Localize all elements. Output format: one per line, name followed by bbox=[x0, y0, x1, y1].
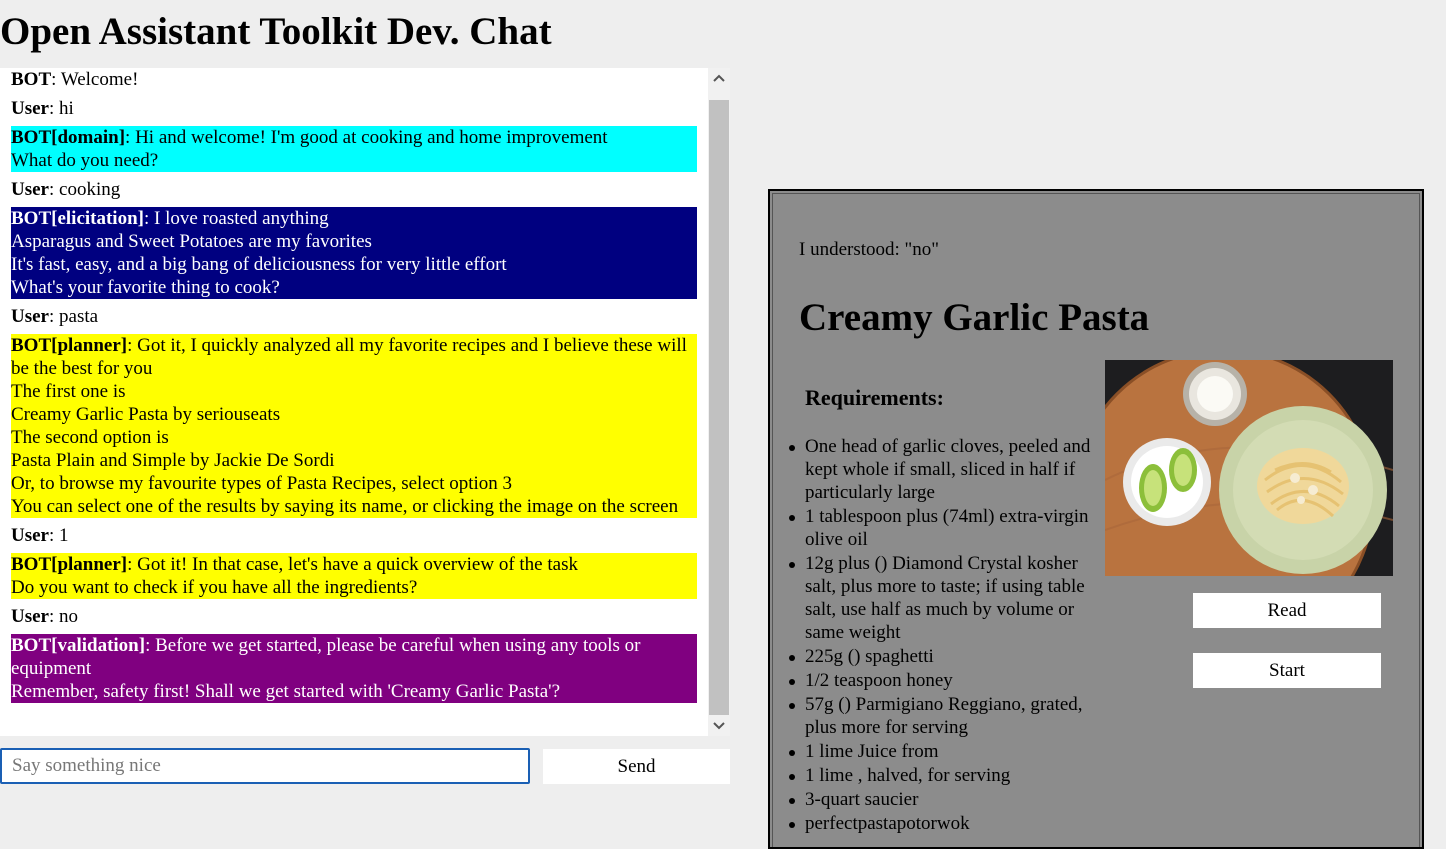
chat-message: BOT[elicitation]: I love roasted anythin… bbox=[11, 207, 697, 299]
message-speaker: BOT[elicitation] bbox=[11, 208, 144, 229]
chat-message: BOT[domain]: Hi and welcome! I'm good at… bbox=[11, 126, 697, 172]
recipe-panel: I understood: "no" Creamy Garlic Pasta R… bbox=[768, 189, 1424, 849]
chat-message: User: no bbox=[11, 605, 697, 628]
message-speaker: BOT[domain] bbox=[11, 127, 126, 148]
understood-text: I understood: "no" bbox=[799, 239, 940, 260]
chat-message: BOT[validation]: Before we get started, … bbox=[11, 634, 697, 703]
message-speaker: User bbox=[11, 98, 49, 119]
message-speaker: User bbox=[11, 306, 49, 327]
chat-scrollbar[interactable] bbox=[708, 68, 730, 736]
chat-message: User: hi bbox=[11, 97, 697, 120]
message-speaker: BOT bbox=[11, 69, 52, 90]
ingredient-item: One head of garlic cloves, peeled and ke… bbox=[789, 435, 1095, 504]
message-text: no bbox=[59, 606, 79, 627]
message-text: Got it, I quickly analyzed all my favori… bbox=[11, 335, 687, 517]
ingredient-item: perfectpastapotorwok bbox=[789, 812, 1095, 835]
chevron-down-icon bbox=[713, 722, 725, 730]
chat-message: BOT: Welcome! bbox=[11, 68, 697, 91]
read-button[interactable]: Read bbox=[1193, 593, 1381, 628]
scroll-up-button[interactable] bbox=[708, 68, 730, 88]
scroll-thumb[interactable] bbox=[709, 100, 729, 715]
ingredient-item: 1 tablespoon plus (74ml) extra-virgin ol… bbox=[789, 505, 1095, 551]
message-speaker: User bbox=[11, 179, 49, 200]
recipe-image[interactable] bbox=[1105, 360, 1393, 576]
ingredient-item: 3-quart saucier bbox=[789, 788, 1095, 811]
scroll-down-button[interactable] bbox=[708, 716, 730, 736]
requirements-heading: Requirements: bbox=[805, 385, 944, 410]
message-speaker: User bbox=[11, 525, 49, 546]
ingredient-item: 12g plus () Diamond Crystal kosher salt,… bbox=[789, 552, 1095, 644]
message-text: hi bbox=[59, 98, 74, 119]
app-title: Open Assistant Toolkit Dev. Chat bbox=[0, 10, 552, 53]
chat-panel: BOT: Welcome! User: hi BOT[domain]: Hi and… bbox=[0, 68, 730, 736]
message-speaker: User bbox=[11, 606, 49, 627]
chat-message: BOT[planner]: Got it, I quickly analyzed… bbox=[11, 334, 697, 518]
message-speaker: BOT[validation] bbox=[11, 635, 146, 656]
recipe-card: I understood: "no" Creamy Garlic Pasta R… bbox=[772, 193, 1420, 847]
message-speaker: BOT[planner] bbox=[11, 554, 128, 575]
chat-message: User: 1 bbox=[11, 524, 697, 547]
ingredient-item: 1 lime , halved, for serving bbox=[789, 764, 1095, 787]
message-text: 1 bbox=[59, 525, 69, 546]
message-input[interactable] bbox=[0, 748, 530, 784]
message-speaker: BOT[planner] bbox=[11, 335, 128, 356]
message-text: cooking bbox=[59, 179, 121, 200]
ingredient-item: 1 lime Juice from bbox=[789, 740, 1095, 763]
message-text: Welcome! bbox=[60, 69, 139, 90]
chat-message: User: pasta bbox=[11, 305, 697, 328]
chat-message: User: cooking bbox=[11, 178, 697, 201]
chat-message: BOT[planner]: Got it! In that case, let'… bbox=[11, 553, 697, 599]
chevron-up-icon bbox=[713, 74, 725, 82]
start-button[interactable]: Start bbox=[1193, 653, 1381, 688]
ingredient-item: 225g () spaghetti bbox=[789, 645, 1095, 668]
recipe-title: Creamy Garlic Pasta bbox=[799, 296, 1150, 339]
ingredient-item: 1/2 teaspoon honey bbox=[789, 669, 1095, 692]
send-button[interactable]: Send bbox=[543, 749, 730, 784]
ingredient-item: 57g () Parmigiano Reggiano, grated, plus… bbox=[789, 693, 1095, 739]
message-text: pasta bbox=[59, 306, 99, 327]
ingredient-list: One head of garlic cloves, peeled and ke… bbox=[789, 435, 1095, 836]
chat-log: BOT: Welcome! User: hi BOT[domain]: Hi and… bbox=[0, 68, 708, 736]
